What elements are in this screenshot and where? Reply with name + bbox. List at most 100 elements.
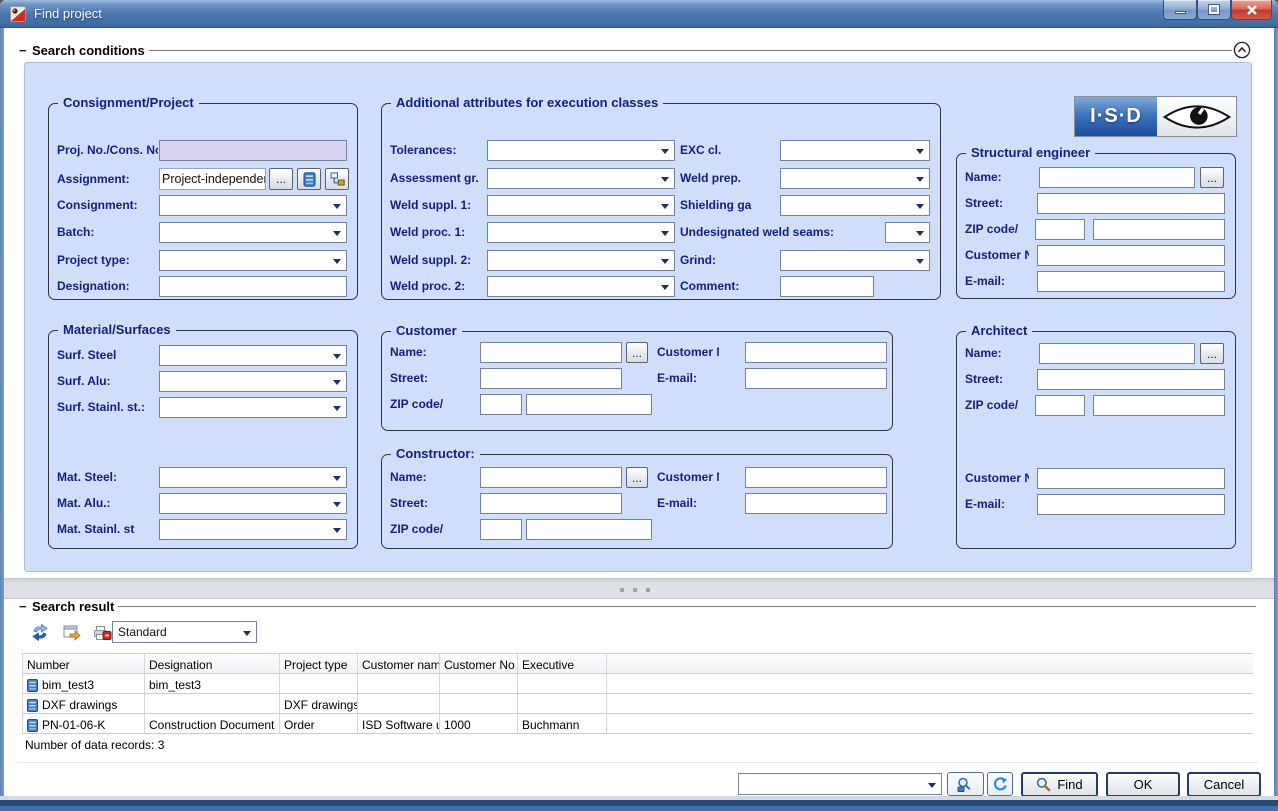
exc-cl-combobox[interactable]	[780, 140, 930, 161]
minimize-button[interactable]	[1163, 0, 1197, 20]
architect-email-input[interactable]	[1037, 494, 1225, 515]
column-header-executive[interactable]: Executive	[518, 654, 607, 673]
export-results-button[interactable]	[60, 621, 84, 644]
table-row[interactable]: PN-01-06-K Construction Document Order I…	[22, 714, 1253, 734]
constructor-name-input[interactable]	[480, 467, 622, 488]
constructor-street-input[interactable]	[480, 493, 622, 514]
batch-label: Batch:	[57, 225, 157, 240]
find-button[interactable]: Find	[1021, 772, 1098, 797]
engineer-street-input[interactable]	[1037, 193, 1225, 214]
assignment-structure-button[interactable]	[325, 168, 349, 190]
surf-steel-combobox[interactable]	[159, 345, 347, 366]
assignment-browse-button[interactable]: ...	[269, 168, 293, 190]
cell-customer-name	[358, 674, 440, 693]
dropdown-arrow-icon	[916, 149, 924, 154]
engineer-name-input[interactable]	[1039, 167, 1195, 188]
constructor-zip-input[interactable]	[480, 519, 522, 540]
printer-delete-icon	[93, 625, 112, 641]
weld-prep-combobox[interactable]	[780, 168, 930, 189]
customer-street-input[interactable]	[480, 368, 622, 389]
close-button[interactable]	[1231, 0, 1272, 20]
constructor-email-input[interactable]	[745, 493, 887, 514]
architect-street-input[interactable]	[1037, 369, 1225, 390]
surf-alu-combobox[interactable]	[159, 371, 347, 392]
engineer-zip-input[interactable]	[1035, 219, 1085, 240]
constructor-browse-button[interactable]: ...	[626, 467, 648, 488]
group-title: Additional attributes for execution clas…	[391, 95, 663, 110]
batch-combobox[interactable]	[159, 222, 347, 243]
panel-splitter[interactable]	[4, 578, 1274, 599]
proj-no-label: Proj. No./Cons. No.	[57, 143, 158, 158]
window-border-right	[1274, 28, 1278, 796]
designation-input[interactable]	[159, 276, 347, 297]
saved-search-combobox[interactable]	[738, 773, 942, 795]
mat-alu-combobox[interactable]	[159, 493, 347, 514]
architect-name-input[interactable]	[1039, 343, 1195, 364]
result-view-combobox[interactable]: Standard	[112, 621, 257, 643]
save-search-button[interactable]	[947, 772, 984, 796]
customer-no-label: Customer No	[657, 345, 719, 360]
column-header-number[interactable]: Number	[22, 654, 145, 673]
column-header-designation[interactable]: Designation	[145, 654, 280, 673]
assignment-database-button[interactable]	[297, 168, 321, 190]
architect-browse-button[interactable]: ...	[1200, 343, 1224, 364]
window-border-bottom	[0, 806, 1278, 811]
refresh-results-button[interactable]	[28, 621, 52, 644]
grind-combobox[interactable]	[780, 250, 930, 271]
customer-zip-input[interactable]	[480, 394, 522, 415]
reset-search-button[interactable]	[987, 772, 1013, 796]
title-bar[interactable]: Find project	[0, 0, 1278, 28]
column-header-customer-name[interactable]: Customer nam	[358, 654, 440, 673]
project-structure-icon	[330, 172, 345, 186]
architect-customer-no-input[interactable]	[1037, 468, 1225, 489]
column-header-customer-no[interactable]: Customer No	[440, 654, 518, 673]
customer-city-input[interactable]	[526, 394, 652, 415]
engineer-city-input[interactable]	[1093, 219, 1225, 240]
customer-email-input[interactable]	[745, 368, 887, 389]
customer-no-input[interactable]	[745, 342, 887, 363]
tolerances-combobox[interactable]	[487, 140, 675, 161]
delete-result-button[interactable]	[90, 621, 114, 644]
weld-proc1-combobox[interactable]	[487, 222, 675, 243]
surf-stainless-label: Surf. Stainl. st.:	[57, 400, 157, 415]
proj-no-input[interactable]	[159, 140, 347, 161]
dropdown-arrow-icon	[916, 204, 924, 209]
collapse-search-conditions-button[interactable]	[1233, 41, 1251, 59]
cancel-button[interactable]: Cancel	[1187, 772, 1261, 797]
constructor-customer-no-input[interactable]	[745, 467, 887, 488]
column-header-project-type[interactable]: Project type	[280, 654, 358, 673]
customer-name-input[interactable]	[480, 342, 622, 363]
architect-city-input[interactable]	[1093, 395, 1225, 416]
assessment-gr-combobox[interactable]	[487, 168, 675, 189]
engineer-customer-no-input[interactable]	[1037, 245, 1225, 266]
splitter-handle-icon	[620, 588, 650, 592]
isd-logo: I·S·D	[1074, 96, 1237, 137]
weld-suppl2-combobox[interactable]	[487, 250, 675, 271]
consignment-combobox[interactable]	[159, 195, 347, 216]
table-row[interactable]: bim_test3 bim_test3	[22, 674, 1253, 694]
shielding-gas-combobox[interactable]	[780, 195, 930, 216]
dropdown-arrow-icon	[661, 204, 669, 209]
assignment-label: Assignment:	[57, 172, 157, 187]
engineer-email-input[interactable]	[1037, 271, 1225, 292]
mat-steel-combobox[interactable]	[159, 467, 347, 488]
restore-button[interactable]	[1197, 0, 1231, 20]
customer-browse-button[interactable]: ...	[626, 342, 648, 363]
constructor-city-input[interactable]	[526, 519, 652, 540]
comment-input[interactable]	[780, 276, 874, 297]
weld-proc2-combobox[interactable]	[487, 276, 675, 297]
close-icon	[1246, 5, 1258, 15]
weld-prep-label: Weld prep.	[680, 171, 776, 186]
mat-stainless-combobox[interactable]	[159, 519, 347, 540]
engineer-browse-button[interactable]: ...	[1200, 167, 1224, 188]
surf-stainless-combobox[interactable]	[159, 397, 347, 418]
undesignated-weld-seams-combobox[interactable]	[885, 222, 930, 243]
email-label: E-mail:	[657, 371, 719, 386]
architect-zip-input[interactable]	[1035, 395, 1085, 416]
ok-button[interactable]: OK	[1106, 772, 1180, 797]
project-type-combobox[interactable]	[159, 250, 347, 271]
weld-suppl1-combobox[interactable]	[487, 195, 675, 216]
table-header-row: Number Designation Project type Customer…	[22, 653, 1253, 674]
dropdown-arrow-icon	[333, 380, 341, 385]
table-row[interactable]: DXF drawings DXF drawings	[22, 694, 1253, 714]
